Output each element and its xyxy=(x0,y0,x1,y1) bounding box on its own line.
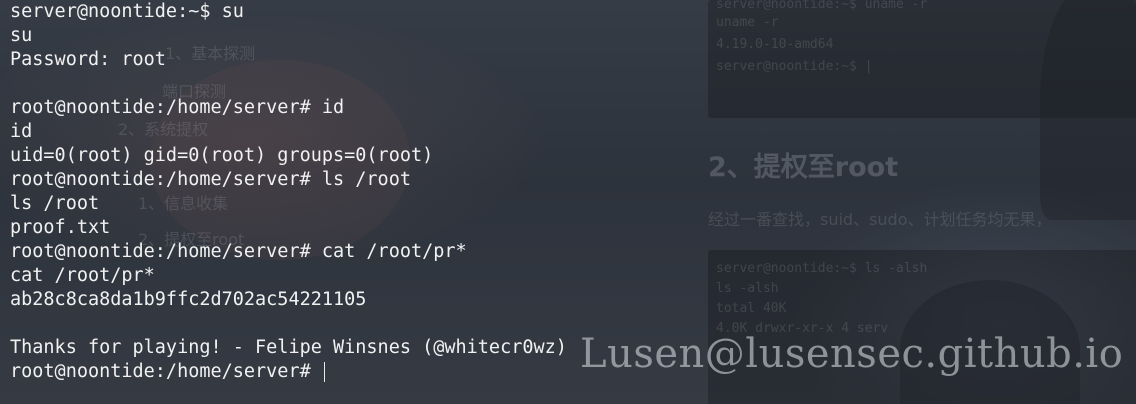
background-code-block xyxy=(708,0,1136,118)
terminal-line: cat /root/pr* xyxy=(10,265,155,286)
background-code-line: server@noontide:~$ uname -r xyxy=(716,0,928,12)
terminal-line: root@noontide:/home/server# ls /root xyxy=(10,169,411,190)
terminal-output: server@noontide:~$ su su Password: root … xyxy=(10,0,567,384)
background-figure-hair xyxy=(1040,0,1136,220)
terminal-prompt: root@noontide:/home/server# xyxy=(10,361,311,382)
background-code-line: total 40K xyxy=(716,301,787,316)
terminal-line: server@noontide:~$ su xyxy=(10,1,244,22)
terminal-input-line[interactable]: root@noontide:/home/server# xyxy=(10,360,567,384)
background-code-line: uname -r xyxy=(716,15,779,30)
watermark: Lusen@lusensec.github.io xyxy=(580,331,1124,377)
terminal-line: Thanks for playing! - Felipe Winsnes (@w… xyxy=(10,337,567,358)
background-paragraph: 经过一番查找，suid、sudo、计划任务均无果， xyxy=(708,210,1052,229)
terminal-line: uid=0(root) gid=0(root) groups=0(root) xyxy=(10,145,434,166)
text-cursor[interactable] xyxy=(323,362,325,382)
background-code-line: ls -alsh xyxy=(716,281,779,296)
terminal-line: root@noontide:/home/server# id xyxy=(10,97,345,118)
terminal-line: su xyxy=(10,25,33,46)
background-code-block xyxy=(708,250,1136,404)
background-heading: 2、提权至root xyxy=(708,152,899,183)
background-code-line: server@noontide:~$ ls -alsh xyxy=(716,261,928,276)
background-code-line: 4.19.0-10-amd64 xyxy=(716,37,834,52)
terminal-line: ls /root xyxy=(10,193,100,214)
terminal-line: id xyxy=(10,121,33,142)
terminal-line: root@noontide:/home/server# cat /root/pr… xyxy=(10,241,467,262)
terminal-window[interactable]: 1、基本探测 端口探测 2、系统提权 1、信息收集 2、提权至root serv… xyxy=(0,0,1136,404)
terminal-line: Password: root xyxy=(10,49,166,70)
background-code-line: server@noontide:~$ | xyxy=(716,59,873,74)
terminal-line: ab28c8ca8da1b9ffc2d702ac54221105 xyxy=(10,289,367,310)
terminal-line: proof.txt xyxy=(10,217,111,238)
